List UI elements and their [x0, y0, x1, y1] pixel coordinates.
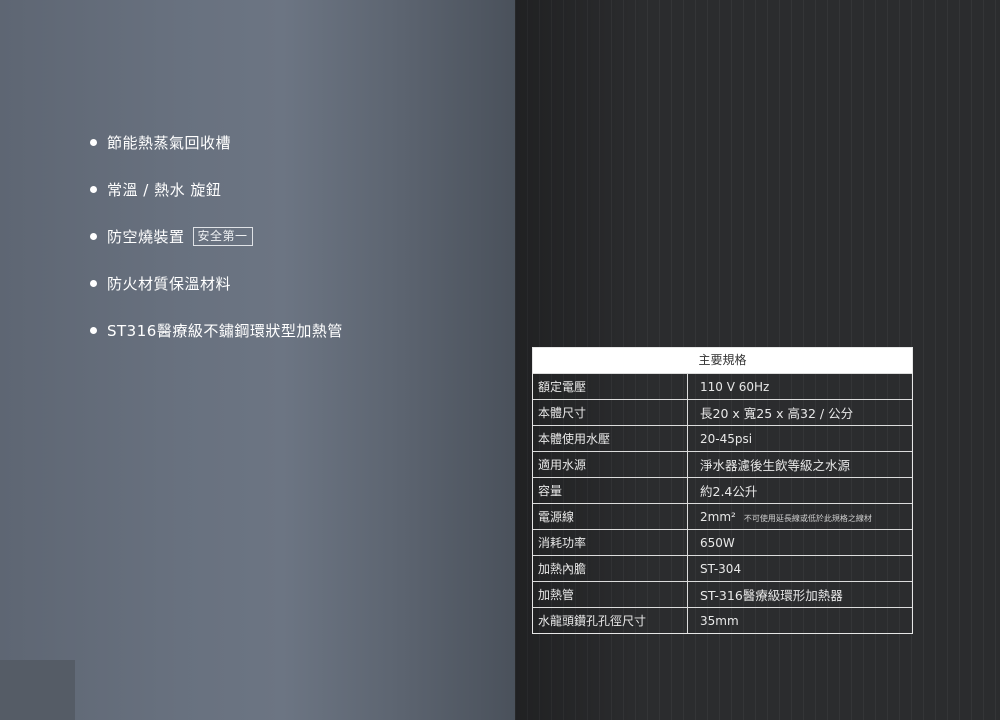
- table-row: 水龍頭鑽孔孔徑尺寸 35mm: [533, 607, 912, 633]
- spec-table-body: 額定電壓 110 V 60Hz 本體尺寸 長20 x 寬25 x 高32 / 公…: [533, 373, 912, 633]
- spec-value: 20-45psi: [687, 425, 912, 452]
- feature-text: 節能熱蒸氣回收槽: [107, 134, 232, 152]
- table-row: 適用水源 淨水器濾後生飲等級之水源: [533, 451, 912, 478]
- spec-note: 不可使用延長線或低於此規格之線材: [743, 513, 872, 523]
- table-row: 本體使用水壓 20-45psi: [533, 425, 912, 452]
- table-row: 容量 約2.4公升: [533, 477, 912, 504]
- spec-label: 容量: [533, 477, 688, 504]
- bullet-icon: [90, 139, 97, 146]
- spec-value: 淨水器濾後生飲等級之水源: [687, 451, 912, 478]
- spec-value: ST-316醫療級環形加熱器: [687, 581, 912, 608]
- spec-value: 約2.4公升: [687, 477, 912, 504]
- table-row: 本體尺寸 長20 x 寬25 x 高32 / 公分: [533, 399, 912, 426]
- table-row: 消耗功率 650W: [533, 529, 912, 556]
- feature-item: 防空燒裝置 安全第一: [90, 226, 343, 273]
- bullet-icon: [90, 327, 97, 334]
- spec-value: 650W: [687, 529, 912, 556]
- spec-label: 加熱管: [533, 581, 688, 608]
- spec-value: 35mm: [687, 607, 912, 633]
- spec-label: 水龍頭鑽孔孔徑尺寸: [533, 607, 688, 633]
- feature-item: 常溫 / 熱水 旋鈕: [90, 179, 343, 226]
- feature-item: ST316醫療級不鏽鋼環狀型加熱管: [90, 320, 343, 367]
- bullet-icon: [90, 186, 97, 193]
- feature-text: 防空燒裝置: [107, 228, 185, 246]
- spec-label: 本體尺寸: [533, 399, 688, 426]
- spec-value-cell: 2mm² 不可使用延長線或低於此規格之線材: [687, 503, 912, 530]
- feature-list: 節能熱蒸氣回收槽 常溫 / 熱水 旋鈕 防空燒裝置 安全第一 防火材質保溫材料 …: [90, 132, 343, 367]
- feature-text: 常溫 / 熱水 旋鈕: [107, 181, 222, 199]
- feature-item: 防火材質保溫材料: [90, 273, 343, 320]
- feature-item: 節能熱蒸氣回收槽: [90, 132, 343, 179]
- spec-value: 110 V 60Hz: [687, 373, 912, 400]
- table-row: 電源線 2mm² 不可使用延長線或低於此規格之線材: [533, 503, 912, 530]
- bullet-icon: [90, 233, 97, 240]
- spec-label: 本體使用水壓: [533, 425, 688, 452]
- spec-table: 主要規格 額定電壓 110 V 60Hz 本體尺寸 長20 x 寬25 x 高3…: [532, 347, 913, 634]
- safety-badge: 安全第一: [192, 227, 253, 246]
- background-block: [0, 660, 75, 720]
- table-row: 額定電壓 110 V 60Hz: [533, 373, 912, 400]
- spec-label: 適用水源: [533, 451, 688, 478]
- spec-label: 額定電壓: [533, 373, 688, 400]
- spec-label: 加熱內膽: [533, 555, 688, 582]
- feature-text: ST316醫療級不鏽鋼環狀型加熱管: [107, 322, 343, 340]
- spec-value: 長20 x 寬25 x 高32 / 公分: [687, 399, 912, 426]
- feature-text: 防火材質保溫材料: [107, 275, 232, 293]
- spec-table-title: 主要規格: [533, 348, 912, 373]
- spec-value: ST-304: [687, 555, 912, 582]
- table-row: 加熱內膽 ST-304: [533, 555, 912, 582]
- spec-label: 消耗功率: [533, 529, 688, 556]
- spec-label: 電源線: [533, 503, 688, 530]
- spec-value: 2mm²: [700, 509, 736, 524]
- bullet-icon: [90, 280, 97, 287]
- table-row: 加熱管 ST-316醫療級環形加熱器: [533, 581, 912, 608]
